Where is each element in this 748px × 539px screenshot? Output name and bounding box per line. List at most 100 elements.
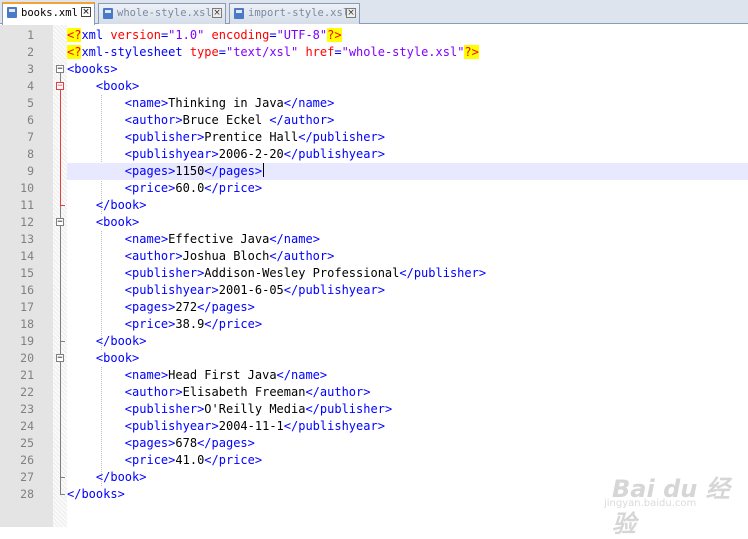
code-token: >: [319, 368, 328, 382]
code-token: <: [124, 283, 133, 297]
line-code: <pages>678</pages>: [67, 435, 748, 452]
close-icon[interactable]: ×: [81, 7, 91, 17]
code-line[interactable]: 23 <publisher>O'Reilly Media</publisher>: [0, 401, 748, 418]
tab-label: whole-style.xsl: [117, 7, 212, 19]
code-token: <: [124, 181, 133, 195]
close-icon[interactable]: ×: [346, 8, 356, 18]
code-token: </: [283, 283, 299, 297]
line-number: 26: [20, 453, 34, 467]
code-token: author: [132, 385, 176, 399]
line-number: 28: [20, 487, 34, 501]
code-token: </: [95, 470, 111, 484]
code-line[interactable]: 3 <books>: [0, 61, 748, 78]
code-token: Head First Java: [168, 368, 277, 382]
code-token: <: [124, 249, 133, 263]
code-token: author: [283, 113, 328, 127]
code-token: </: [204, 181, 219, 195]
code-token: Prentice Hall: [204, 130, 299, 144]
code-line[interactable]: 15 <publisher>Addison-Wesley Professiona…: [0, 265, 748, 282]
code-token: price: [132, 453, 169, 467]
code-token: >: [327, 249, 335, 263]
code-token: >: [175, 385, 183, 399]
tab-import-style-xsl[interactable]: import-style.xsl ×: [229, 3, 360, 24]
code-token: name: [283, 232, 313, 246]
code-token: >: [254, 317, 263, 331]
code-line[interactable]: 10 <price>60.0</price>: [0, 180, 748, 197]
line-code: <publishyear>2001-6-05</publishyear>: [67, 282, 748, 299]
code-token: </: [269, 232, 284, 246]
line-code: <publisher>Addison-Wesley Professional</…: [67, 265, 748, 282]
code-line[interactable]: 25 <pages>678</pages>: [0, 435, 748, 452]
code-token: publisher: [319, 402, 385, 416]
code-token: publishyear: [132, 419, 212, 433]
line-number: 10: [20, 181, 34, 195]
code-line[interactable]: 22 <author>Elisabeth Freeman</author>: [0, 384, 748, 401]
code-token: <: [124, 436, 133, 450]
code-line[interactable]: 12 <book>: [0, 214, 748, 231]
code-line[interactable]: 20 <book>: [0, 350, 748, 367]
code-token: >: [377, 419, 385, 433]
code-token: publisher: [132, 402, 198, 416]
code-editor[interactable]: − − − − 1 <?xml version="1.0" encoding="UTF-…: [0, 25, 748, 527]
code-token: <: [124, 402, 133, 416]
line-code: <publisher>O'Reilly Media</publisher>: [67, 401, 748, 418]
code-line[interactable]: 18 <price>38.9</price>: [0, 316, 748, 333]
code-line[interactable]: 14 <author>Joshua Bloch</author>: [0, 248, 748, 265]
line-code: <name>Effective Java</name>: [67, 231, 748, 248]
code-line[interactable]: 9 <pages>1150</pages>: [0, 163, 748, 180]
code-token: publishyear: [298, 147, 378, 161]
code-line[interactable]: 4 <book>: [0, 78, 748, 95]
line-code: <book>: [67, 78, 748, 95]
code-token: >: [175, 113, 183, 127]
tab-whole-style-xsl[interactable]: whole-style.xsl ×: [98, 3, 226, 24]
code-token: xml-stylesheet: [81, 45, 190, 59]
code-token: </: [298, 130, 313, 144]
code-token: <: [124, 266, 133, 280]
line-number: 1: [27, 28, 34, 42]
line-code: <price>60.0</price>: [67, 180, 748, 197]
code-line[interactable]: 8 <publishyear>2006-2-20</publishyear>: [0, 146, 748, 163]
code-token: >: [327, 96, 335, 110]
code-token: Joshua Bloch: [182, 249, 270, 263]
code-line[interactable]: 24 <publishyear>2004-11-1</publishyear>: [0, 418, 748, 435]
code-token: price: [218, 453, 255, 467]
code-line[interactable]: 21 <name>Head First Java</name>: [0, 367, 748, 384]
code-token: >: [377, 283, 385, 297]
line-number: 8: [27, 147, 34, 161]
line-code: <author>Bruce Eckel </author>: [67, 112, 748, 129]
code-token: price: [218, 317, 255, 331]
code-line[interactable]: 5 <name>Thinking in Java</name>: [0, 95, 748, 112]
code-line[interactable]: 19 </book>: [0, 333, 748, 350]
code-token: price: [132, 181, 169, 195]
code-token: >: [377, 130, 385, 144]
line-number: 20: [20, 351, 34, 365]
tab-books-xml[interactable]: books.xml ×: [2, 2, 95, 25]
watermark-url: jingyan.baidu.com: [604, 498, 697, 509]
code-line[interactable]: 1 <?xml version="1.0" encoding="UTF-8"?>: [0, 27, 748, 44]
code-token: <: [124, 419, 133, 433]
line-code: <publishyear>2006-2-20</publishyear>: [67, 146, 748, 163]
code-token: Effective Java: [168, 232, 270, 246]
code-token: </: [283, 96, 299, 110]
line-number: 23: [20, 402, 34, 416]
close-icon[interactable]: ×: [212, 8, 222, 18]
code-line[interactable]: 2 <?xml-stylesheet type="text/xsl" href="…: [0, 44, 748, 61]
code-line[interactable]: 11 </book>: [0, 197, 748, 214]
code-token: href: [305, 45, 335, 59]
code-token: price: [132, 317, 169, 331]
code-token: >: [254, 164, 263, 178]
line-code: <?xml version="1.0" encoding="UTF-8"?>: [67, 27, 748, 44]
code-line[interactable]: 6 <author>Bruce Eckel </author>: [0, 112, 748, 129]
code-token: >: [139, 198, 147, 212]
code-token: >: [254, 181, 263, 195]
code-token: xml: [81, 28, 111, 42]
code-line[interactable]: 17 <pages>272</pages>: [0, 299, 748, 316]
code-line[interactable]: 16 <publishyear>2001-6-05</publishyear>: [0, 282, 748, 299]
code-line[interactable]: 7 <publisher>Prentice Hall</publisher>: [0, 129, 748, 146]
code-line[interactable]: 13 <name>Effective Java</name>: [0, 231, 748, 248]
code-token: publishyear: [298, 419, 378, 433]
code-token: "text/xsl": [225, 45, 299, 59]
line-number: 11: [20, 198, 34, 212]
